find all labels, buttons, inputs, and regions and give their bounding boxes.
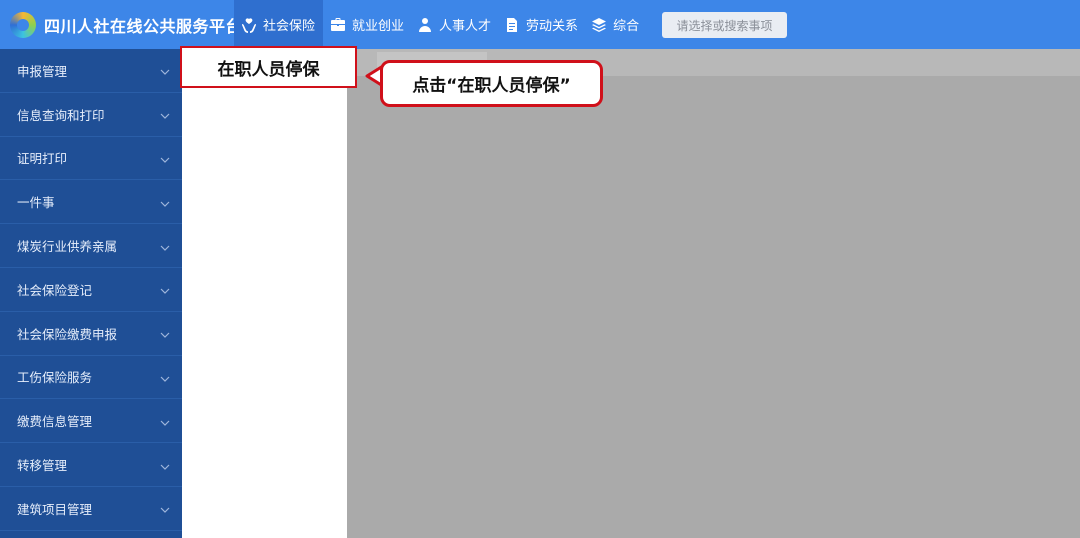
sidebar: 申报管理 信息查询和打印 证明打印 一件事 煤炭行业供养亲属 社会保险登记 社会…	[0, 49, 182, 538]
chevron-down-icon	[160, 109, 170, 120]
nav-label: 就业创业	[352, 19, 405, 34]
main-nav: 社会保险 就业创业 人事人才 劳动关系 综合	[234, 0, 645, 49]
sidebar-item-construction-project[interactable]: 建筑项目管理	[0, 487, 182, 531]
search-input[interactable]: 请选择或搜索事项	[662, 12, 787, 38]
sidebar-item-contribution-declaration[interactable]: 社会保险缴费申报	[0, 312, 182, 356]
sidebar-item-label: 信息查询和打印	[17, 107, 105, 123]
top-navbar: 四川人社在线公共服务平台 社会保险 就业创业 人事人才 劳动关系 综合 请选择或…	[0, 0, 1080, 49]
sidebar-item-label: 煤炭行业供养亲属	[17, 239, 118, 255]
sidebar-item-transfer[interactable]: 转移管理	[0, 443, 182, 487]
chevron-down-icon	[160, 153, 170, 163]
nav-item-labor-relations[interactable]: 劳动关系	[497, 0, 584, 49]
sidebar-item-query-print[interactable]: 信息查询和打印	[0, 93, 182, 137]
chevron-down-icon	[160, 197, 170, 207]
sidebar-item-declaration[interactable]: 申报管理	[0, 49, 182, 93]
nav-label: 劳动关系	[526, 19, 579, 34]
sidebar-item-payment-info[interactable]: 缴费信息管理	[0, 399, 182, 444]
nav-label: 综合	[613, 19, 640, 34]
chevron-down-icon	[160, 372, 170, 382]
chevron-down-icon	[160, 241, 170, 251]
nav-item-employment[interactable]: 就业创业	[323, 0, 410, 49]
nav-item-social-insurance[interactable]: 社会保险	[234, 0, 324, 49]
sidebar-item-injury-insurance[interactable]: 工伤保险服务	[0, 356, 182, 400]
chevron-down-icon	[160, 284, 170, 295]
chevron-down-icon	[160, 460, 170, 470]
nav-item-general[interactable]: 综合	[584, 0, 645, 49]
sidebar-item-insurance-registration[interactable]: 社会保险登记	[0, 268, 182, 312]
sidebar-item-label: 工伤保险服务	[17, 370, 93, 386]
sidebar-item-coal-dependents[interactable]: 煤炭行业供养亲属	[0, 224, 182, 268]
sidebar-item-label: 社会保险缴费申报	[17, 326, 118, 342]
submenu-panel	[182, 49, 347, 538]
chevron-down-icon	[160, 416, 170, 426]
submenu-item-stop-insurance[interactable]: 在职人员停保	[180, 46, 357, 88]
hands-heart-icon	[240, 16, 258, 34]
sidebar-item-label: 转移管理	[17, 458, 68, 474]
sidebar-item-one-thing[interactable]: 一件事	[0, 180, 182, 225]
chevron-down-icon	[160, 503, 170, 514]
sidebar-item-label: 一件事	[17, 195, 55, 211]
sidebar-item-label: 缴费信息管理	[17, 414, 93, 430]
instruction-callout: 点击“在职人员停保”	[380, 60, 603, 107]
site-title: 四川人社在线公共服务平台	[44, 16, 243, 36]
sidebar-item-label: 社会保险登记	[17, 282, 93, 298]
nav-label: 社会保险	[263, 19, 316, 34]
nav-item-personnel[interactable]: 人事人才	[410, 0, 497, 49]
swirl-logo-icon	[10, 11, 36, 38]
sidebar-item-label: 证明打印	[17, 151, 68, 167]
people-icon	[416, 16, 434, 34]
chevron-down-icon	[160, 65, 170, 76]
document-icon	[503, 16, 521, 34]
nav-label: 人事人才	[439, 19, 492, 34]
sidebar-item-label: 建筑项目管理	[17, 501, 93, 517]
sidebar-item-label: 申报管理	[17, 63, 68, 79]
brand[interactable]: 四川人社在线公共服务平台	[10, 0, 242, 49]
layers-icon	[590, 16, 608, 34]
sidebar-item-certificate-print[interactable]: 证明打印	[0, 137, 182, 181]
briefcase-icon	[329, 16, 347, 34]
chevron-down-icon	[160, 328, 170, 339]
